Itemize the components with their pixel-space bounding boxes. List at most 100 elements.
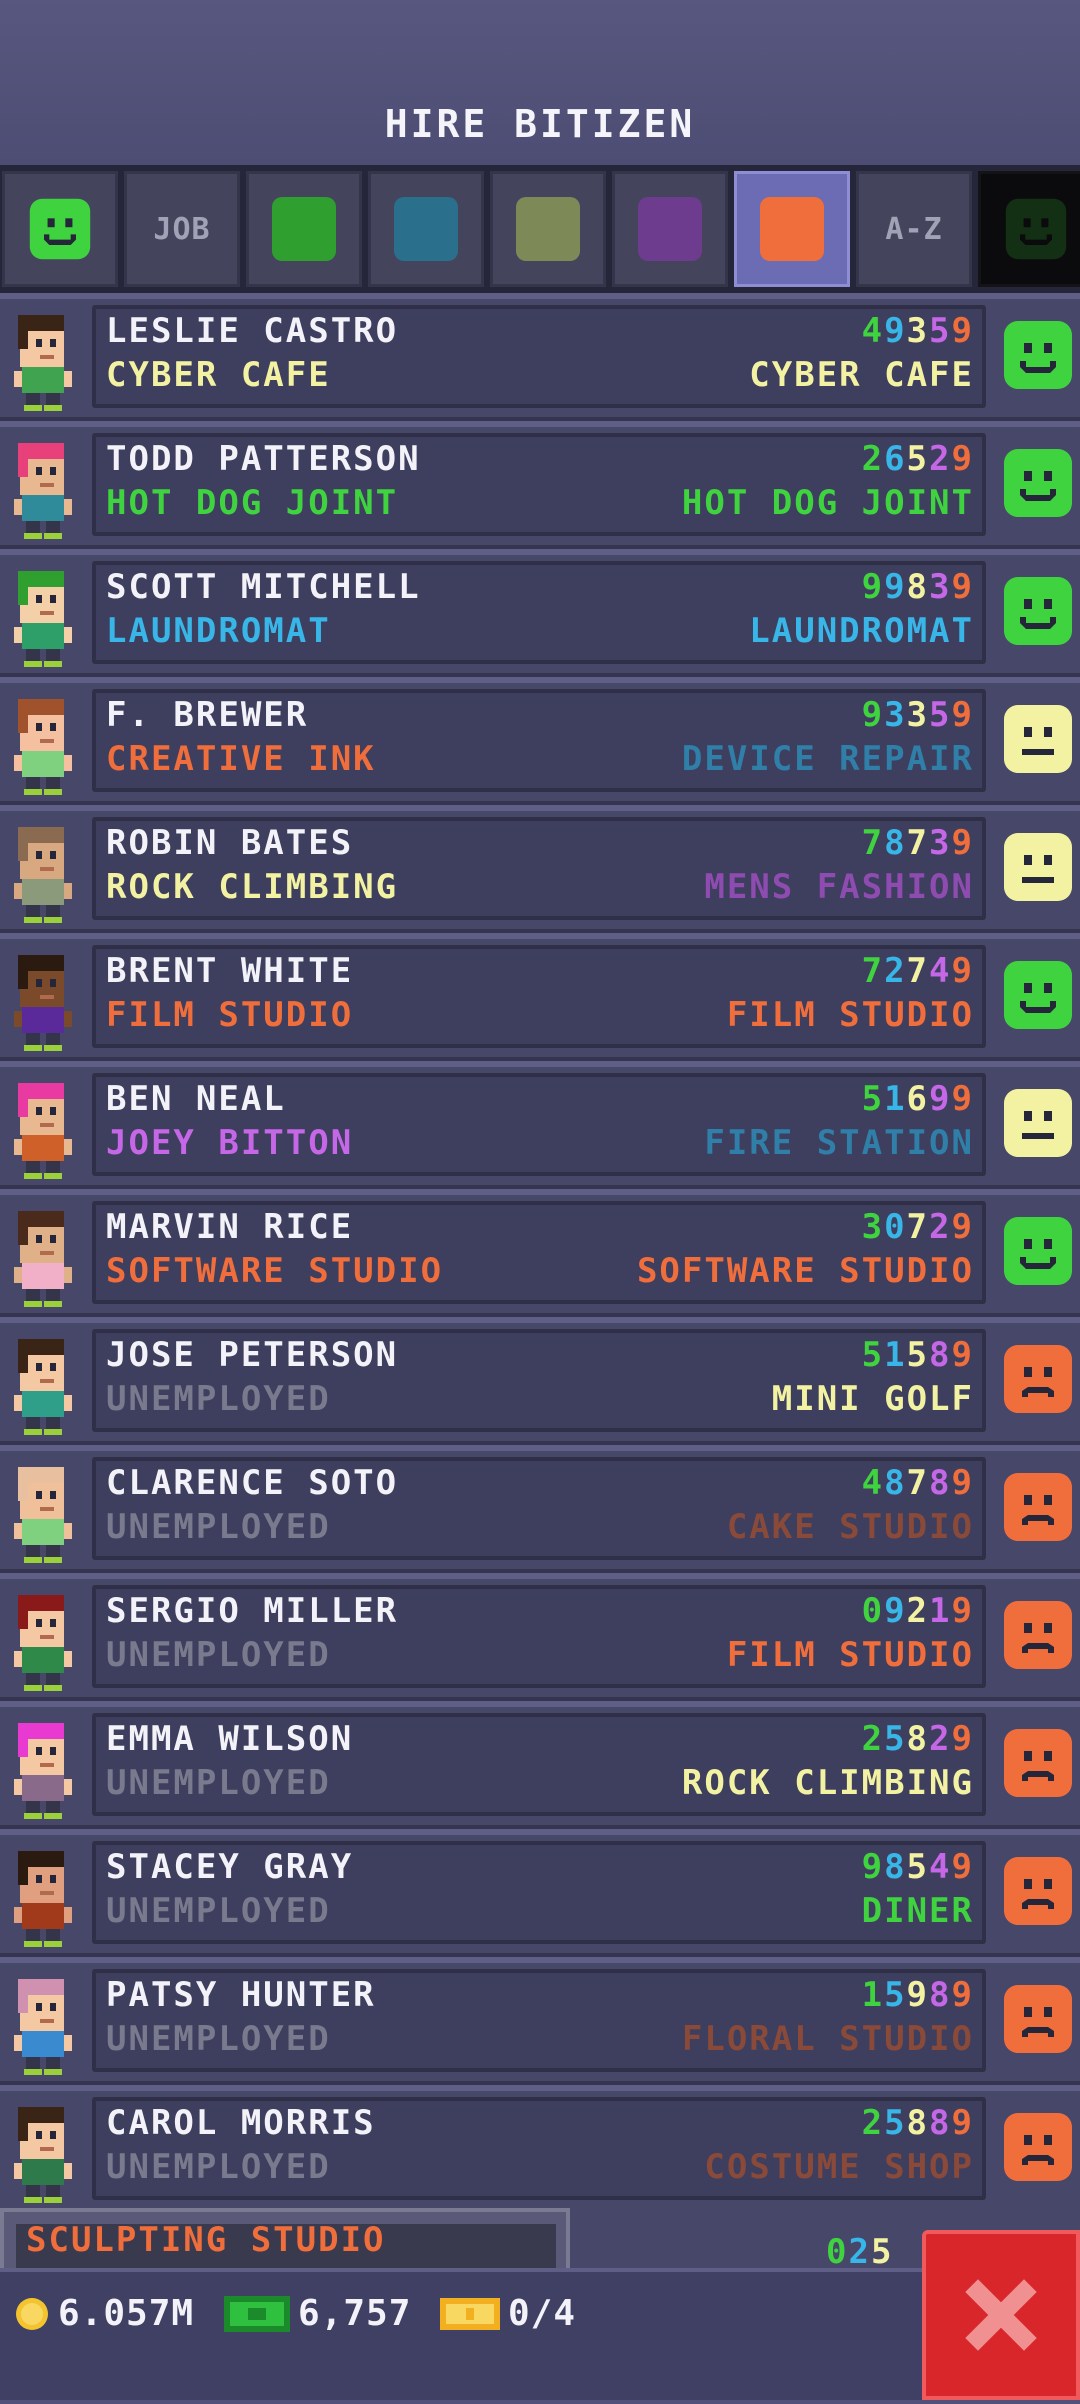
list-item[interactable]: BEN NEAL JOEY BITTON 5 1 6 9 9 FIRE STATION: [0, 1061, 1080, 1189]
resident-card: LESLIE CASTRO CYBER CAFE 4 9 3 5 9 CYBER CAFE: [92, 305, 986, 408]
stat-digit: 5: [906, 1335, 930, 1375]
title-bar: HIRE BITIZEN: [0, 0, 1080, 165]
dream-job: FILM STUDIO: [726, 1635, 974, 1675]
resident-name: BRENT WHITE: [106, 951, 354, 991]
sad-face-icon: [1004, 1985, 1072, 2053]
dream-job: ROCK CLIMBING: [681, 1763, 974, 1803]
list-item[interactable]: STACEY GRAY UNEMPLOYED 9 8 5 4 9 DINER: [0, 1829, 1080, 1957]
stat-digit: 7: [861, 823, 885, 863]
resident-name: CAROL MORRIS: [106, 2103, 376, 2143]
happy-face-icon: [1004, 1217, 1072, 1285]
resident-card: MARVIN RICE SOFTWARE STUDIO 3 0 7 2 9 SOFTWARE …: [92, 1201, 986, 1304]
resident-card: STACEY GRAY UNEMPLOYED 9 8 5 4 9 DINER: [92, 1841, 986, 1944]
stat-digit: 2: [861, 2103, 885, 2143]
tickets-display: 0/4: [440, 2293, 576, 2334]
avatar: [14, 443, 72, 539]
stat-digit: 8: [884, 1847, 907, 1887]
stat-digit: 2: [929, 439, 952, 479]
skill-stats: 49359: [862, 311, 974, 351]
resident-card: ROBIN BATES ROCK CLIMBING 7 8 7 3 9 MENS FASHIO…: [92, 817, 986, 920]
tickets-value: 0/4: [508, 2293, 577, 2334]
avatar: [14, 955, 72, 1051]
list-item[interactable]: TODD PATTERSON HOT DOG JOINT 2 6 5 2 9 HOT DOG …: [0, 421, 1080, 549]
bux-display: 6,757: [224, 2293, 411, 2334]
blue-category-icon: [394, 197, 458, 261]
current-job: ROCK CLIMBING: [106, 867, 399, 907]
tab-orange-category[interactable]: [734, 171, 850, 287]
current-job: UNEMPLOYED: [106, 1635, 331, 1675]
stat-digit: 5: [906, 1847, 930, 1887]
tab-happy-face[interactable]: [2, 171, 118, 287]
stat-digit: 5: [861, 1079, 885, 1119]
stat-digit: 5: [870, 2232, 894, 2272]
tab-blue-category[interactable]: [368, 171, 484, 287]
avatar: [14, 315, 72, 411]
tab-olive-category[interactable]: [490, 171, 606, 287]
close-button[interactable]: [922, 2230, 1080, 2400]
resident-card: SERGIO MILLER UNEMPLOYED 0 9 2 1 9 FILM STUDIO: [92, 1585, 986, 1688]
dream-job: FIRE STATION: [704, 1123, 974, 1163]
stat-digit: 2: [848, 2232, 871, 2272]
tab-job-sort[interactable]: JOB: [124, 171, 240, 287]
stat-digit: 6: [884, 439, 907, 479]
stat-digit: 3: [906, 311, 930, 351]
resident-name: PATSY HUNTER: [106, 1975, 376, 2015]
stat-digit: 5: [884, 2103, 907, 2143]
skill-stats: 48789: [862, 1463, 974, 1503]
resident-card: PATSY HUNTER UNEMPLOYED 1 5 9 8 9 FLORAL STUDIO: [92, 1969, 986, 2072]
stat-digit: 9: [951, 1207, 974, 1247]
stat-digit: 8: [884, 1463, 907, 1503]
resident-name: LESLIE CASTRO: [106, 311, 399, 351]
dream-job: COSTUME SHOP: [704, 2147, 974, 2187]
stat-digit: 2: [861, 1719, 885, 1759]
list-item[interactable]: BRENT WHITE FILM STUDIO 7 2 7 4 9 FILM STUDIO: [0, 933, 1080, 1061]
stat-digit: 8: [906, 567, 930, 607]
stat-digit: 5: [861, 1335, 885, 1375]
avatar: [14, 1595, 72, 1691]
list-item[interactable]: CAROL MORRIS UNEMPLOYED 2 5 8 8 9 COSTUME SHOP: [0, 2085, 1080, 2213]
tab-dark-face[interactable]: [978, 171, 1080, 287]
list-item[interactable]: ROBIN BATES ROCK CLIMBING 7 8 7 3 9 MENS FASHIO…: [0, 805, 1080, 933]
stat-digit: 9: [861, 1847, 885, 1887]
tab-az-sort[interactable]: A-Z: [856, 171, 972, 287]
stat-digit: 9: [951, 2103, 974, 2143]
stat-digit: 9: [884, 567, 907, 607]
list-item[interactable]: PATSY HUNTER UNEMPLOYED 1 5 9 8 9 FLORAL STUDIO: [0, 1957, 1080, 2085]
stat-digit: 1: [929, 1591, 952, 1631]
resident-card: JOSE PETERSON UNEMPLOYED 5 1 5 8 9 MINI GOLF: [92, 1329, 986, 1432]
happy-face-icon: [1004, 449, 1072, 517]
current-job: UNEMPLOYED: [106, 1891, 331, 1931]
page-title: HIRE BITIZEN: [384, 102, 696, 146]
tab-green-category[interactable]: [246, 171, 362, 287]
stat-digit: 2: [906, 1591, 930, 1631]
list-item[interactable]: CLARENCE SOTO UNEMPLOYED 4 8 7 8 9 CAKE STUDIO: [0, 1445, 1080, 1573]
dream-job: DINER: [861, 1891, 974, 1931]
list-item[interactable]: SERGIO MILLER UNEMPLOYED 0 9 2 1 9 FILM STUDIO: [0, 1573, 1080, 1701]
skill-stats: 98549: [862, 1847, 974, 1887]
stat-digit: 9: [951, 951, 974, 991]
stat-digit: 7: [861, 951, 885, 991]
stat-digit: 1: [861, 1975, 885, 2015]
list-item[interactable]: MARVIN RICE SOFTWARE STUDIO 3 0 7 2 9 SOFTWARE …: [0, 1189, 1080, 1317]
sad-face-icon: [1004, 1345, 1072, 1413]
resident-card: SCOTT MITCHELL LAUNDROMAT 9 9 8 3 9 LAUNDROMAT: [92, 561, 986, 664]
resident-list[interactable]: LESLIE CASTRO CYBER CAFE 4 9 3 5 9 CYBER CAFE TO…: [0, 293, 1080, 2268]
tab-purple-category[interactable]: [612, 171, 728, 287]
dream-job: DEVICE REPAIR: [681, 739, 974, 779]
current-job: CREATIVE INK: [106, 739, 376, 779]
stat-digit: 9: [951, 311, 974, 351]
list-item[interactable]: F. BREWER CREATIVE INK 9 3 3 5 9 DEVICE REPAIR: [0, 677, 1080, 805]
dream-job: FILM STUDIO: [726, 995, 974, 1035]
sad-face-icon: [1004, 1729, 1072, 1797]
tab-label: JOB: [153, 211, 211, 247]
list-item[interactable]: JOSE PETERSON UNEMPLOYED 5 1 5 8 9 MINI GOLF: [0, 1317, 1080, 1445]
list-item[interactable]: SCOTT MITCHELL LAUNDROMAT 9 9 8 3 9 LAUNDROMAT: [0, 549, 1080, 677]
avatar: [14, 1339, 72, 1435]
stat-digit: 2: [861, 439, 885, 479]
list-item[interactable]: EMMA WILSON UNEMPLOYED 2 5 8 2 9 ROCK CLIMBING: [0, 1701, 1080, 1829]
list-item[interactable]: LESLIE CASTRO CYBER CAFE 4 9 3 5 9 CYBER CAFE: [0, 293, 1080, 421]
stat-digit: 7: [906, 1463, 930, 1503]
stat-digit: 9: [906, 1975, 930, 2015]
stat-digit: 9: [951, 1591, 974, 1631]
neutral-face-icon: [1004, 705, 1072, 773]
